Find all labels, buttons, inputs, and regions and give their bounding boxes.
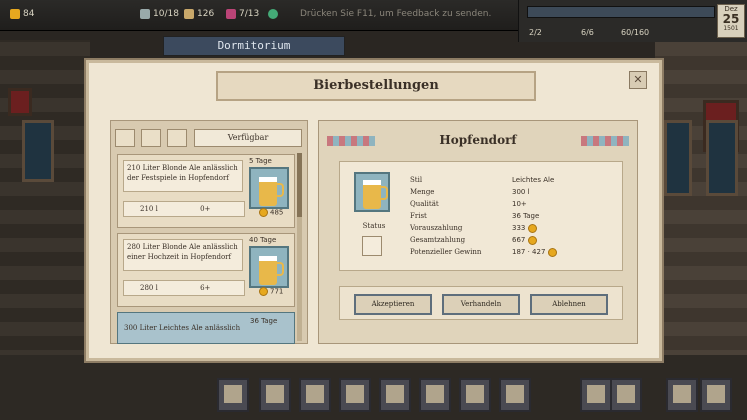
- gold-icon: [10, 9, 20, 19]
- detail-info: Status Stil Leichtes Ale Menge 300 l Quali…: [339, 161, 623, 271]
- bed-icon: [226, 9, 236, 19]
- tool-settings-icon[interactable]: [700, 378, 732, 412]
- order-days: 5 Tage: [249, 157, 272, 165]
- coin-icon: [527, 223, 537, 233]
- staff-count-1: 2/2: [529, 28, 542, 37]
- row-deadline: Frist 36 Tage: [410, 212, 540, 220]
- beer-icon: [354, 172, 390, 212]
- order-stats: 280 l 6+: [123, 280, 245, 296]
- time-progress-bar: [527, 6, 715, 18]
- order-days: 40 Tage: [249, 236, 277, 244]
- resource-coins[interactable]: 126: [184, 9, 214, 19]
- order-payment: 771: [259, 287, 283, 296]
- status-icon: [268, 9, 279, 19]
- filter-building-icon[interactable]: [167, 129, 187, 147]
- window-right-2: [706, 120, 738, 196]
- scrollbar-thumb[interactable]: [297, 153, 302, 217]
- close-button[interactable]: ✕: [629, 71, 647, 89]
- feedback-hint: Drücken Sie F11, um Feedback zu senden.: [300, 9, 492, 19]
- negotiate-button[interactable]: Verhandeln: [442, 294, 520, 315]
- tool-chart-icon[interactable]: [299, 378, 331, 412]
- coin-icon: [184, 9, 194, 19]
- tool-book-icon[interactable]: [419, 378, 451, 412]
- beer-icon: [249, 167, 289, 209]
- filter-seal-icon[interactable]: [141, 129, 161, 147]
- row-style: Stil Leichtes Ale: [410, 176, 555, 184]
- action-bar: Akzeptieren Verhandeln Ablehnen: [339, 286, 623, 320]
- staff-panel: 2/2 6/6 60/160: [518, 0, 747, 42]
- tool-monk-icon[interactable]: [499, 378, 531, 412]
- row-quality: Qualität 10+: [410, 200, 527, 208]
- detail-title: Hopfendorf: [439, 133, 517, 147]
- row-amount: Menge 300 l: [410, 188, 530, 196]
- order-days: 36 Tage: [250, 317, 278, 325]
- order-desc: 300 Liter Leichtes Ale anlässlich: [124, 324, 241, 332]
- tool-search-icon[interactable]: [217, 378, 249, 412]
- resource-beds[interactable]: 7/13: [226, 9, 279, 19]
- coin-icon: [259, 208, 268, 217]
- character-portrait[interactable]: [8, 88, 32, 116]
- window-right: [664, 120, 692, 196]
- coin-icon: [547, 247, 557, 257]
- close-icon: ✕: [633, 73, 643, 86]
- order-desc: 210 Liter Blonde Ale anlässlich der Fest…: [123, 160, 243, 192]
- staff-count-2: 6/6: [581, 28, 594, 37]
- beer-icon: [249, 246, 289, 288]
- orders-scrollbar[interactable]: [297, 153, 302, 341]
- row-total: Gesamtzahlung 667: [410, 234, 620, 246]
- order-payment: 485: [259, 208, 283, 217]
- order-card-1[interactable]: 210 Liter Blonde Ale anlässlich der Fest…: [117, 154, 295, 228]
- decline-button[interactable]: Ablehnen: [530, 294, 608, 315]
- coin-icon: [259, 287, 268, 296]
- coin-icon: [527, 235, 537, 245]
- order-stats: 210 l 0+: [123, 201, 245, 217]
- dialog-title: Bierbestellungen: [216, 71, 536, 101]
- order-detail: Hopfendorf Status Stil Leichtes Ale Menge…: [318, 120, 638, 344]
- row-profit: Potenzieller Gewinn 187 · 427: [410, 246, 620, 258]
- order-card-2[interactable]: 280 Liter Blonde Ale anlässlich einer Ho…: [117, 233, 295, 307]
- tool-build-icon[interactable]: [339, 378, 371, 412]
- storage-count: 60/160: [621, 28, 650, 37]
- tool-ledger-icon[interactable]: [666, 378, 698, 412]
- location-title[interactable]: Dormitorium: [163, 36, 345, 56]
- accept-button[interactable]: Akzeptieren: [354, 294, 432, 315]
- resource-workers[interactable]: 10/18: [140, 9, 179, 19]
- tool-box-icon[interactable]: [459, 378, 491, 412]
- status-label: Status: [362, 222, 386, 230]
- tool-pen-icon[interactable]: [580, 378, 612, 412]
- order-card-3-selected[interactable]: 300 Liter Leichtes Ale anlässlich 36 Tag…: [117, 312, 295, 344]
- order-desc: 280 Liter Blonde Ale anlässlich einer Ho…: [123, 239, 243, 271]
- tool-hammer-icon[interactable]: [379, 378, 411, 412]
- calendar[interactable]: Dez 25 1501: [717, 4, 745, 38]
- tool-map-icon[interactable]: [259, 378, 291, 412]
- row-advance: Vorauszahlung 333: [410, 222, 620, 234]
- window-left: [22, 120, 54, 182]
- worker-icon: [140, 9, 150, 19]
- resource-gold[interactable]: 84: [10, 9, 34, 19]
- tool-flask-icon[interactable]: [610, 378, 642, 412]
- orders-list: Verfügbar 210 Liter Blonde Ale anlässlic…: [110, 120, 308, 344]
- filter-mail-icon[interactable]: [115, 129, 135, 147]
- status-seal-icon[interactable]: [362, 236, 382, 256]
- availability-dropdown[interactable]: Verfügbar: [194, 129, 302, 147]
